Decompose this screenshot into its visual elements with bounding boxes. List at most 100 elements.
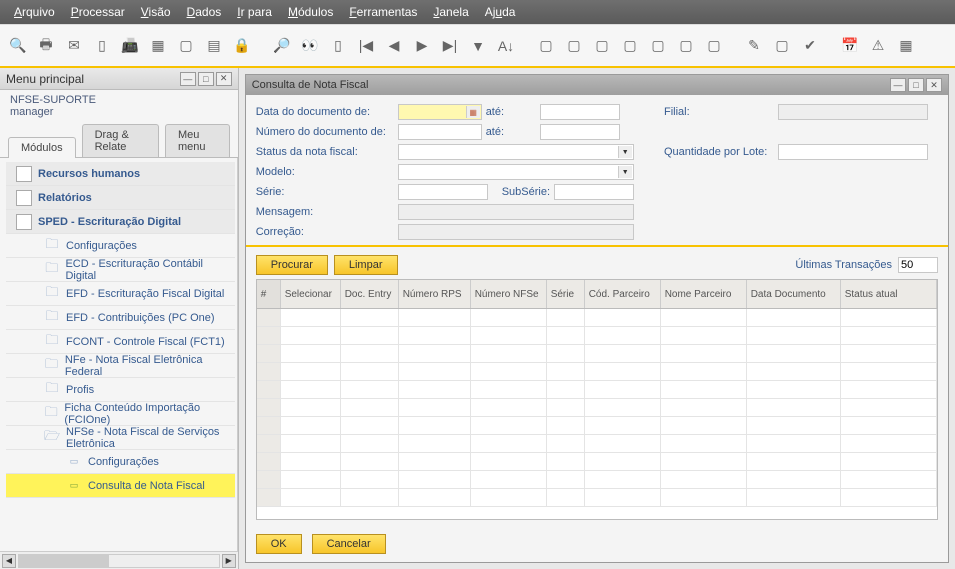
tree-recursos-humanos[interactable]: Recursos humanos [6,162,235,186]
menu-janela[interactable]: Janela [427,3,474,21]
tree-efd-contrib[interactable]: EFD - Contribuições (PC One) [6,306,235,330]
binoculars-icon[interactable]: 👀 [298,34,322,58]
minimize-icon[interactable]: — [890,78,906,92]
combo-status[interactable]: ▼ [398,144,634,160]
grid-col-selecionar[interactable]: Selecionar [281,280,341,308]
tab-drag-relate[interactable]: Drag & Relate [82,124,159,157]
tree-nfse-consulta[interactable]: Consulta de Nota Fiscal [6,474,235,498]
alert-icon[interactable]: ⚠ [866,34,890,58]
tree-configuracoes[interactable]: Configurações [6,234,235,258]
table-row[interactable] [257,345,937,363]
table-row[interactable] [257,363,937,381]
menu-ferramentas[interactable]: Ferramentas [343,3,423,21]
table-row[interactable] [257,399,937,417]
tool6-icon[interactable]: ▢ [674,34,698,58]
tree-nfe[interactable]: NFe - Nota Fiscal Eletrônica Federal [6,354,235,378]
grid-col-marker[interactable]: # [257,280,281,308]
filter-icon[interactable]: ▼ [466,34,490,58]
grid-col-nome-parceiro[interactable]: Nome Parceiro [661,280,747,308]
find-icon[interactable]: 🔎 [270,34,294,58]
menu-modulos[interactable]: Módulos [282,3,339,21]
excel-icon[interactable]: ▦ [146,34,170,58]
pdf-icon[interactable]: ▤ [202,34,226,58]
preview-icon[interactable]: 🔍 [6,34,30,58]
table-row[interactable] [257,327,937,345]
scroll-left-icon[interactable]: ◀ [2,554,16,568]
left-h-scrollbar[interactable]: ◀ ▶ [0,551,238,569]
sms-icon[interactable]: ▯ [90,34,114,58]
grid-col-numero-nfse[interactable]: Número NFSe [471,280,547,308]
mail-icon[interactable]: ✉ [62,34,86,58]
table-row[interactable] [257,489,937,507]
input-data-ate[interactable] [540,104,620,120]
grid-col-doc-entry[interactable]: Doc. Entry [341,280,399,308]
tool2-icon[interactable]: ▢ [562,34,586,58]
lock-icon[interactable]: 🔒 [230,34,254,58]
tool4-icon[interactable]: ▢ [618,34,642,58]
input-num-ate[interactable] [540,124,620,140]
word-icon[interactable]: ▢ [174,34,198,58]
tree-relatorios[interactable]: Relatórios [6,186,235,210]
input-qtd-lote[interactable] [778,144,928,160]
cancelar-button[interactable]: Cancelar [312,534,386,554]
table-row[interactable] [257,309,937,327]
close-icon[interactable]: ✕ [216,72,232,86]
grid-body[interactable] [257,309,937,519]
cal-icon[interactable]: 📅 [838,34,862,58]
tree-ecd[interactable]: ECD - Escrituração Contábil Digital [6,258,235,282]
close-icon[interactable]: ✕ [926,78,942,92]
input-num-de[interactable] [398,124,482,140]
menu-dados[interactable]: Dados [181,3,228,21]
calc-icon[interactable]: ▦ [894,34,918,58]
input-serie[interactable] [398,184,488,200]
menu-ajuda[interactable]: Ajuda [479,3,522,21]
menu-visao[interactable]: Visão [135,3,177,21]
tab-modulos[interactable]: Módulos [8,137,76,158]
menu-processar[interactable]: Processar [65,3,131,21]
grid-col-data-doc[interactable]: Data Documento [747,280,841,308]
input-subserie[interactable] [554,184,634,200]
new-doc-icon[interactable]: ▢ [770,34,794,58]
tree-nfse-config[interactable]: Configurações [6,450,235,474]
tree-nfse[interactable]: NFSe - Nota Fiscal de Serviços Eletrônic… [6,426,235,450]
print-icon[interactable]: 🖶 [34,34,58,58]
input-ult-trans[interactable] [898,257,938,273]
grid-col-numero-rps[interactable]: Número RPS [399,280,471,308]
scroll-right-icon[interactable]: ▶ [222,554,236,568]
menu-arquivo[interactable]: Arquivo [8,3,61,21]
last-icon[interactable]: ▶| [438,34,462,58]
tool5-icon[interactable]: ▢ [646,34,670,58]
tab-meu-menu[interactable]: Meu menu [165,124,230,157]
procurar-button[interactable]: Procurar [256,255,328,275]
prev-icon[interactable]: ◀ [382,34,406,58]
input-data-de[interactable]: ▦ [398,104,482,120]
tree-profis[interactable]: Profis [6,378,235,402]
tool3-icon[interactable]: ▢ [590,34,614,58]
check-doc-icon[interactable]: ✔ [798,34,822,58]
edit-icon[interactable]: ✎ [742,34,766,58]
add-icon[interactable]: ▯ [326,34,350,58]
fax-icon[interactable]: 📠 [118,34,142,58]
grid-col-serie[interactable]: Série [547,280,585,308]
combo-modelo[interactable]: ▼ [398,164,634,180]
maximize-icon[interactable]: □ [198,72,214,86]
first-icon[interactable]: |◀ [354,34,378,58]
ok-button[interactable]: OK [256,534,302,554]
table-row[interactable] [257,381,937,399]
tree-ficha[interactable]: Ficha Conteúdo Importação (FCIOne) [6,402,235,426]
table-row[interactable] [257,471,937,489]
minimize-icon[interactable]: — [180,72,196,86]
table-row[interactable] [257,417,937,435]
calendar-icon[interactable]: ▦ [466,106,480,118]
table-row[interactable] [257,435,937,453]
sort-az-icon[interactable]: A↓ [494,34,518,58]
menu-irpara[interactable]: Ir para [231,3,278,21]
tree-efd[interactable]: EFD - Escrituração Fiscal Digital [6,282,235,306]
grid-col-cod-parceiro[interactable]: Cód. Parceiro [585,280,661,308]
grid-col-status[interactable]: Status atual [841,280,937,308]
table-row[interactable] [257,453,937,471]
next-icon[interactable]: ▶ [410,34,434,58]
tree-fcont[interactable]: FCONT - Controle Fiscal (FCT1) [6,330,235,354]
tree-sped[interactable]: SPED - Escrituração Digital [6,210,235,234]
maximize-icon[interactable]: □ [908,78,924,92]
